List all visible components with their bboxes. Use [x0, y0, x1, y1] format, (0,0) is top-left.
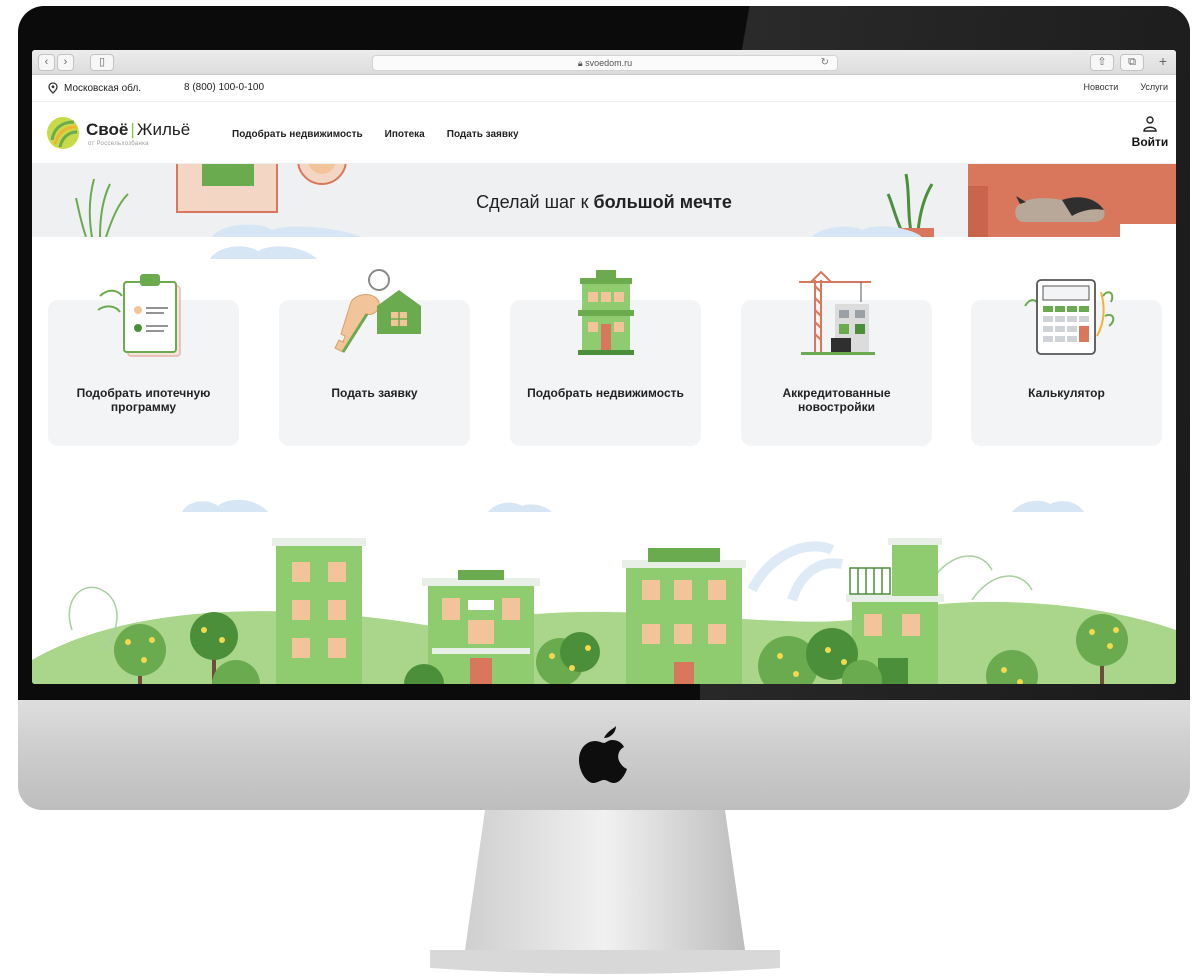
tabs-button[interactable]: ⧉ — [1120, 54, 1144, 71]
card-label: Подобрать недвижимость — [527, 386, 684, 400]
nav-apply[interactable]: Подать заявку — [447, 129, 519, 140]
card-mortgage-program[interactable]: Подобрать ипотечную программу — [48, 274, 239, 446]
address-bar[interactable]: 🔒︎ svoedom.ru ↻ — [372, 55, 838, 71]
new-tab-button[interactable]: + — [1152, 54, 1174, 71]
site-header: Своё | Жильё от Россельхозбанка Подобрать … — [32, 102, 1176, 164]
user-icon — [1143, 116, 1157, 132]
brand-logo[interactable]: Своё | Жильё от Россельхозбанка — [46, 116, 196, 152]
back-button[interactable]: ‹ — [38, 54, 55, 71]
card-label: Калькулятор — [1028, 386, 1105, 400]
card-label: Подобрать ипотечную программу — [76, 386, 211, 414]
brand-name: Своё | Жильё — [86, 120, 191, 139]
login-button[interactable]: Войти — [1130, 116, 1170, 149]
key-house-icon — [334, 269, 421, 353]
share-button[interactable]: ⇧ — [1090, 54, 1114, 71]
hero-title: Сделай шаг к большой мечте — [476, 192, 732, 212]
news-link[interactable]: Новости — [1083, 82, 1118, 92]
city-illustration — [32, 499, 1176, 684]
building-mid-left — [422, 570, 540, 684]
region-selector[interactable]: Московская обл. — [48, 82, 141, 94]
hero-banner: Сделай шаг к большой мечте — [32, 164, 1176, 237]
card-calculator[interactable]: Калькулятор — [971, 279, 1162, 446]
monitor-stand — [430, 810, 780, 974]
brand-subtitle: от Россельхозбанка — [88, 141, 149, 147]
desktop-scene: ‹ › ▯ 🔒︎ svoedom.ru ↻ ⇧ ⧉ + Московская о… — [0, 0, 1199, 976]
login-label: Войти — [1131, 135, 1169, 149]
service-cards: Подобрать ипотечную программу Подать зая… — [32, 237, 1176, 497]
card-label: Подать заявку — [331, 386, 418, 400]
building-icon — [578, 270, 634, 355]
calculator-icon — [1024, 279, 1115, 355]
reload-icon[interactable]: ↻ — [821, 56, 829, 70]
nav-find-property[interactable]: Подобрать недвижимость — [232, 129, 363, 140]
browser-screen: ‹ › ▯ 🔒︎ svoedom.ru ↻ ⇧ ⧉ + Московская о… — [32, 50, 1176, 684]
building-left — [272, 538, 366, 684]
browser-toolbar: ‹ › ▯ 🔒︎ svoedom.ru ↻ ⇧ ⧉ + — [32, 50, 1176, 75]
location-pin-icon — [48, 82, 58, 94]
phone-link[interactable]: 8 (800) 100-0-100 — [184, 82, 264, 93]
sidebar-toggle-button[interactable]: ▯ — [90, 54, 114, 71]
card-new-buildings[interactable]: Аккредитованные новостройки — [741, 270, 932, 446]
apple-logo-icon — [579, 726, 627, 783]
site-topbar: Московская обл. 8 (800) 100-0-100 Новост… — [32, 75, 1176, 102]
url-text: svoedom.ru — [585, 58, 633, 68]
region-label: Московская обл. — [64, 82, 142, 94]
forward-button[interactable]: › — [57, 54, 74, 71]
nav-mortgage[interactable]: Ипотека — [385, 129, 425, 140]
card-label: Аккредитованные новостройки — [782, 386, 891, 414]
clipboard-icon — [97, 274, 181, 357]
leaf-logo-icon — [47, 117, 79, 149]
card-find-property[interactable]: Подобрать недвижимость — [510, 270, 701, 446]
services-link[interactable]: Услуги — [1140, 82, 1168, 92]
building-center — [622, 548, 746, 684]
crane-icon — [799, 270, 875, 355]
card-apply[interactable]: Подать заявку — [279, 269, 470, 446]
main-nav: Подобрать недвижимость Ипотека Подать за… — [232, 129, 519, 140]
